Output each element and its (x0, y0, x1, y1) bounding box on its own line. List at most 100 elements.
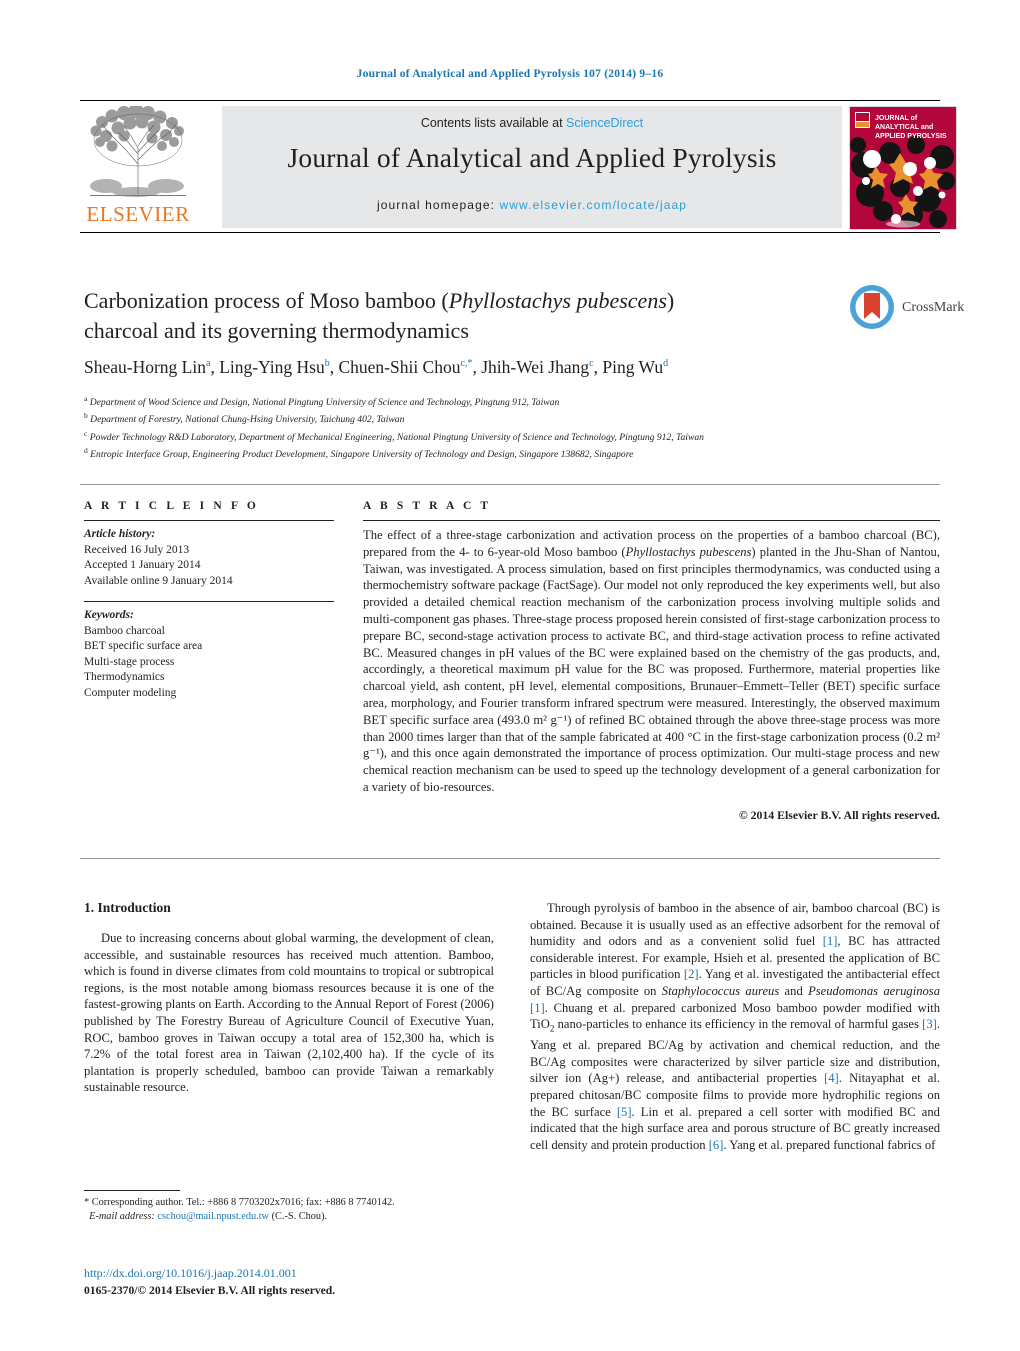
journal-cover-thumbnail: JOURNAL of ANALYTICAL and APPLIED PYROLY… (849, 106, 957, 230)
keyword-item: Bamboo charcoal (84, 624, 165, 637)
sciencedirect-link[interactable]: ScienceDirect (566, 116, 643, 130)
abstract-band-bottom-rule (80, 858, 940, 859)
keyword-item: Computer modeling (84, 686, 177, 699)
abstract-column: A B S T R A C T The effect of a three-st… (363, 500, 940, 823)
article-info-rule (84, 520, 334, 521)
elsevier-tree-icon (86, 106, 190, 202)
footnote-email-label: E-mail address: (89, 1210, 155, 1222)
page-title: Carbonization process of Moso bamboo (Ph… (84, 286, 784, 346)
author-1: Sheau-Horng Lin (84, 356, 206, 377)
elsevier-wordmark: ELSEVIER (86, 202, 190, 226)
homepage-url-link[interactable]: www.elsevier.com/locate/jaap (500, 198, 688, 212)
affiliation-text: Department of Wood Science and Design, N… (89, 397, 560, 409)
masthead-top-rule (80, 100, 940, 101)
title-line2: charcoal and its governing thermodynamic… (84, 318, 469, 343)
footnote-corresponding-text: Corresponding author. Tel.: +886 8 77032… (91, 1197, 395, 1208)
affiliation-item: d Entropic Interface Group, Engineering … (84, 444, 884, 461)
section-heading-introduction: 1. Introduction (84, 900, 171, 915)
author-2: Ling-Ying Hsu (219, 356, 325, 377)
organism-1: Staphylococcus aureus (661, 983, 780, 998)
article-history-label: Article history: (84, 528, 156, 540)
footnote-separator (84, 1190, 180, 1191)
citation-ref-5[interactable]: [4] (824, 1071, 839, 1085)
body-column-left: 1. Introduction Due to increasing concer… (84, 900, 494, 1096)
affiliation-item: a Department of Wood Science and Design,… (84, 392, 884, 409)
rp-t11: . Yang et al. prepared functional fabric… (723, 1137, 936, 1152)
doi-link[interactable]: http://dx.doi.org/10.1016/j.jaap.2014.01… (84, 1266, 297, 1281)
intro-paragraph-1: Due to increasing concerns about global … (84, 931, 494, 1095)
masthead-bottom-rule (80, 232, 940, 233)
citation-ref-4[interactable]: [3] (922, 1017, 937, 1031)
crossmark-badge[interactable]: CrossMark (848, 283, 964, 339)
issn-copyright-line: 0165-2370/© 2014 Elsevier B.V. All right… (84, 1284, 336, 1297)
abstract-part2: ) planted in the Jhu-Shan of Nantou, Tai… (363, 544, 940, 794)
affiliation-item: c Powder Technology R&D Laboratory, Depa… (84, 427, 884, 444)
history-received: Received 16 July 2013 (84, 543, 190, 556)
corresponding-author-footnote: * Corresponding author. Tel.: +886 8 770… (84, 1196, 504, 1223)
author-3-affil-marker: c,* (460, 358, 473, 369)
article-info-heading: A R T I C L E I N F O (84, 500, 259, 512)
citation-ref-1[interactable]: [1] (823, 934, 838, 948)
history-online: Available online 9 January 2014 (84, 574, 233, 587)
crossmark-icon (850, 285, 894, 329)
journal-homepage-line: journal homepage: www.elsevier.com/locat… (222, 198, 842, 212)
footnote-email-link[interactable]: cschou@mail.npust.edu.tw (157, 1211, 269, 1222)
affiliation-text: Powder Technology R&D Laboratory, Depart… (89, 431, 704, 443)
affiliation-marker: a (84, 394, 88, 403)
author-5-affil-marker: d (663, 358, 669, 369)
abstract-rule (363, 520, 940, 521)
affiliation-text: Entropic Interface Group, Engineering Pr… (90, 449, 634, 461)
contents-prefix: Contents lists available at (420, 116, 567, 130)
keyword-item: Thermodynamics (84, 671, 165, 683)
author-2-affil-marker: b (324, 358, 330, 369)
affiliation-marker: c (84, 428, 88, 438)
rp-t4: and (779, 983, 809, 998)
keyword-item: Multi-stage process (84, 655, 175, 668)
svg-text:JOURNAL of: JOURNAL of (875, 115, 918, 122)
keywords-rule (84, 601, 334, 602)
footnote-star: * (84, 1197, 90, 1208)
abstract-band-top-rule (80, 484, 940, 485)
body-column-right: Through pyrolysis of bamboo in the absen… (530, 900, 940, 1153)
author-list: Sheau-Horng Lina, Ling-Ying Hsub, Chuen-… (84, 356, 669, 377)
crossmark-label: CrossMark (902, 300, 965, 315)
abstract-copyright: © 2014 Elsevier B.V. All rights reserved… (738, 807, 940, 822)
rp-t7: nano-particles to enhance its efficiency… (554, 1017, 923, 1032)
author-4-affil-marker: c (589, 358, 594, 369)
affiliation-marker: d (84, 446, 88, 456)
homepage-label: journal homepage: (376, 198, 496, 212)
affiliation-marker: b (84, 411, 88, 421)
keyword-item: BET specific surface area (84, 640, 203, 652)
author-1-affil-marker: a (206, 358, 211, 369)
footnote-email-suffix: (C.-S. Chou). (271, 1210, 328, 1222)
intro-paragraph-2: Through pyrolysis of bamboo in the absen… (530, 900, 940, 1153)
abstract-text: The effect of a three-stage carbonizatio… (363, 527, 940, 796)
journal-title: Journal of Analytical and Applied Pyroly… (287, 142, 777, 173)
organism-2: Pseudomonas aeruginosa (808, 983, 941, 998)
paper-page: Journal of Analytical and Applied Pyroly… (0, 0, 1020, 1351)
author-5: Ping Wu (602, 356, 664, 377)
citation-ref-3[interactable]: [1] (530, 1001, 545, 1015)
contents-lists-line: Contents lists available at ScienceDirec… (222, 116, 842, 130)
affiliation-item: b Department of Forestry, National Chung… (84, 409, 884, 426)
author-4: Jhih-Wei Jhang (481, 356, 590, 377)
elsevier-logo: ELSEVIER (84, 106, 192, 228)
running-citation: Journal of Analytical and Applied Pyroly… (356, 68, 664, 80)
affiliation-list: a Department of Wood Science and Design,… (84, 392, 884, 462)
article-info-column: A R T I C L E I N F O Article history: R… (84, 500, 334, 701)
author-3: Chuen-Shii Chou (338, 356, 461, 377)
history-accepted: Accepted 1 January 2014 (84, 559, 201, 571)
abstract-species: Phyllostachys pubescens (625, 544, 752, 559)
citation-ref-6[interactable]: [5] (617, 1105, 632, 1119)
svg-text:ANALYTICAL and: ANALYTICAL and (875, 124, 933, 131)
citation-ref-2[interactable]: [2] (684, 967, 699, 981)
title-line1-pre: Carbonization process of Moso bamboo ( (84, 288, 449, 313)
svg-text:APPLIED PYROLYSIS: APPLIED PYROLYSIS (875, 133, 947, 140)
abstract-heading: A B S T R A C T (363, 500, 492, 512)
citation-ref-7[interactable]: [6] (709, 1138, 724, 1152)
affiliation-text: Department of Forestry, National Chung-H… (90, 414, 405, 426)
title-line1-post: ) (666, 288, 675, 313)
title-species: Phyllostachys pubescens (448, 288, 667, 313)
keywords-label: Keywords: (84, 609, 134, 621)
masthead-banner: Contents lists available at ScienceDirec… (222, 106, 842, 228)
